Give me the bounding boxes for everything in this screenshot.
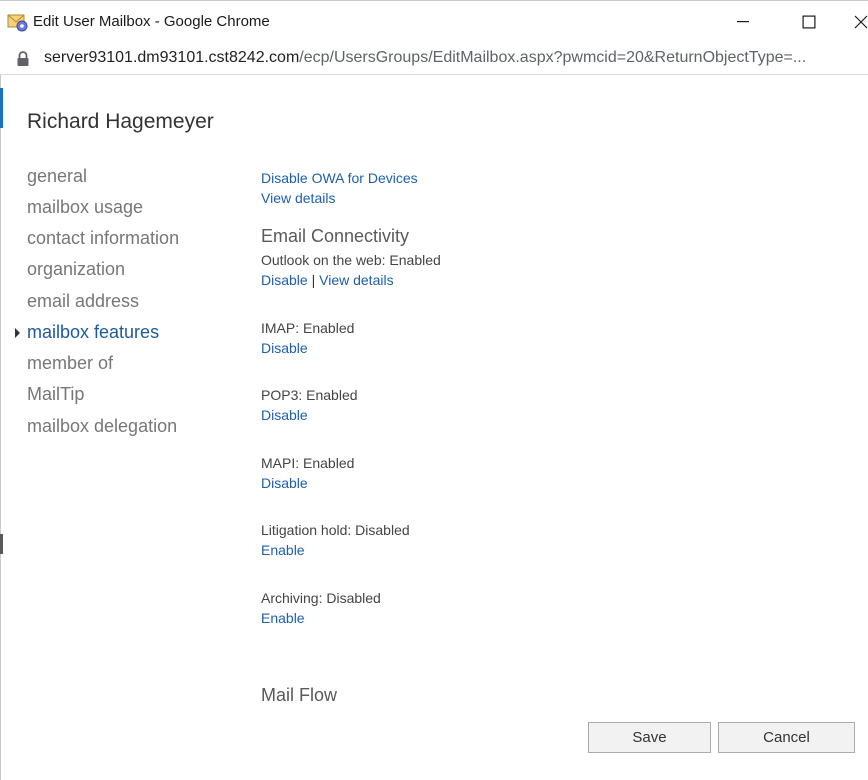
- nav-item-mailbox-features[interactable]: mailbox features: [15, 322, 160, 343]
- archiving-enable-link[interactable]: Enable: [261, 610, 305, 626]
- maximize-button[interactable]: [786, 1, 832, 43]
- imap-disable-link[interactable]: Disable: [261, 340, 308, 356]
- page-title: Richard Hagemeyer: [27, 110, 214, 133]
- nav-item-mailtip[interactable]: MailTip: [27, 384, 84, 405]
- archiving-status: Archiving: Disabled: [261, 590, 381, 606]
- nav-item-general[interactable]: general: [27, 166, 87, 187]
- pop3-disable-link[interactable]: Disable: [261, 407, 308, 423]
- litigation-hold-status: Litigation hold: Disabled: [261, 522, 410, 538]
- save-button[interactable]: Save: [588, 722, 711, 753]
- imap-status: IMAP: Enabled: [261, 320, 355, 336]
- nav-item-email-address[interactable]: email address: [27, 291, 139, 312]
- window-title-bar: Edit User Mailbox - Google Chrome: [0, 0, 868, 42]
- nav-item-mailbox-usage[interactable]: mailbox usage: [27, 197, 143, 218]
- url-text[interactable]: server93101.dm93101.cst8242.com/ecp/User…: [44, 49, 868, 67]
- maximize-icon: [802, 15, 816, 29]
- nav-item-contact-information[interactable]: contact information: [27, 228, 179, 249]
- owa-status: Outlook on the web: Enabled: [261, 252, 441, 268]
- selected-arrow-icon: [15, 328, 20, 338]
- close-window-button[interactable]: [846, 1, 868, 43]
- mailbox-features-panel[interactable]: Disable OWA for Devices View details Ema…: [261, 168, 851, 713]
- window-title: Edit User Mailbox - Google Chrome: [33, 13, 270, 30]
- mapi-status: MAPI: Enabled: [261, 455, 355, 471]
- disable-owa-devices-link[interactable]: Disable OWA for Devices: [261, 170, 418, 186]
- mapi-disable-link[interactable]: Disable: [261, 475, 308, 491]
- mailbox-app-icon: [7, 11, 29, 33]
- email-connectivity-heading: Email Connectivity: [261, 226, 410, 246]
- background-window-mark: [0, 534, 3, 554]
- address-bar[interactable]: server93101.dm93101.cst8242.com/ecp/User…: [0, 42, 868, 75]
- link-separator: |: [311, 272, 316, 288]
- minimize-icon: [737, 21, 749, 23]
- cancel-button[interactable]: Cancel: [718, 722, 855, 753]
- nav-item-member-of[interactable]: member of: [27, 353, 113, 374]
- owa-disable-link[interactable]: Disable: [261, 272, 308, 288]
- owa-actions: Disable | View details: [261, 272, 394, 288]
- litigation-hold-enable-link[interactable]: Enable: [261, 542, 305, 558]
- nav-item-organization[interactable]: organization: [27, 259, 125, 280]
- lock-icon[interactable]: [16, 51, 30, 67]
- window-left-edge: [0, 75, 1, 780]
- nav-item-label: mailbox features: [27, 322, 160, 342]
- pop3-status: POP3: Enabled: [261, 387, 358, 403]
- url-host: server93101.dm93101.cst8242.com: [44, 49, 300, 66]
- owa-view-details-link[interactable]: View details: [319, 272, 393, 288]
- owa-devices-view-details-link[interactable]: View details: [261, 190, 335, 206]
- background-window-accent: [0, 88, 3, 128]
- nav-item-mailbox-delegation[interactable]: mailbox delegation: [27, 416, 177, 437]
- url-path: /ecp/UsersGroups/EditMailbox.aspx?pwmcid…: [299, 49, 807, 66]
- mail-flow-heading: Mail Flow: [261, 685, 338, 705]
- minimize-button[interactable]: [720, 1, 766, 43]
- close-icon: [854, 15, 868, 29]
